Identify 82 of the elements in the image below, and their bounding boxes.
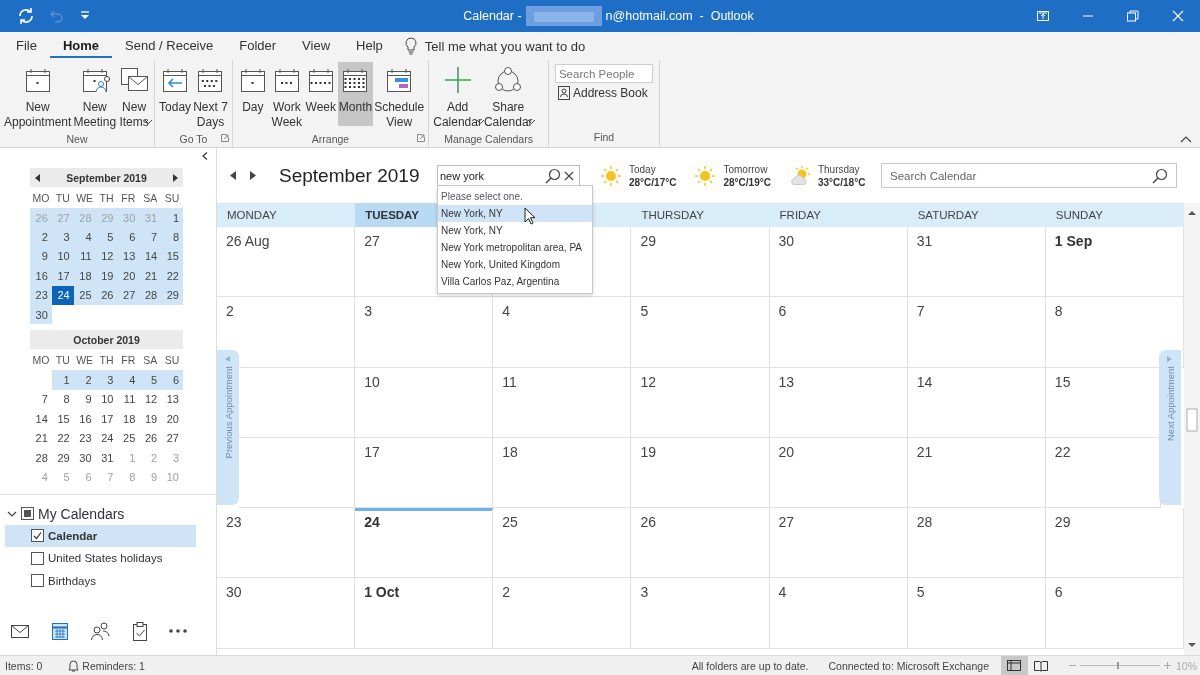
weekday-label: TU — [54, 352, 71, 368]
date-label: 13 — [778, 373, 795, 390]
forecast-temperature: 28°C/19°C — [723, 175, 771, 189]
date-label: 30 — [778, 233, 795, 249]
date-label: 5 — [640, 303, 649, 320]
group-label: Go To — [178, 133, 209, 147]
date-label: 20 — [778, 443, 795, 460]
weekday-header: THURSDAY — [640, 208, 705, 223]
date-label: 3 — [364, 303, 372, 320]
weekday-label: SA — [142, 352, 159, 368]
weekday-label: SU — [163, 352, 181, 368]
calendar-name: Calendar — [48, 529, 98, 542]
date-label: 17 — [364, 443, 380, 460]
weekday-label: MO — [31, 352, 51, 368]
weekday-label: TH — [98, 190, 115, 206]
weekday-label: SA — [142, 190, 159, 206]
month-title: September 2019 — [65, 171, 148, 184]
weekday-header: FRIDAY — [778, 208, 822, 223]
date-label: 27 — [364, 233, 380, 249]
connection-status: Connected to: Microsoft Exchange — [828, 659, 989, 672]
group-label: Manage Calendars — [444, 133, 533, 147]
weekday-header: SATURDAY — [916, 208, 980, 223]
month-title: October 2019 — [72, 333, 141, 346]
weekday-label: SU — [163, 190, 181, 206]
dropdown-prompt: Please select one. — [440, 190, 524, 204]
weekday-header: SUNDAY — [1054, 208, 1104, 223]
date-label: 2 — [502, 584, 511, 601]
weekday-label: FR — [120, 190, 137, 206]
weekday-label: WE — [75, 190, 95, 206]
weekday-label: TH — [98, 352, 115, 368]
date-label: 4 — [778, 584, 787, 601]
date-label: 1 Oct — [364, 584, 400, 601]
date-label: 8 — [1054, 303, 1063, 320]
group-label: Arrange — [310, 133, 351, 147]
date-label: 29 — [1054, 514, 1071, 531]
calendar-name: Birthdays — [48, 574, 96, 587]
date-label: 24 — [364, 514, 380, 531]
date-label: 10 — [364, 373, 380, 390]
date-label: 21 — [916, 443, 933, 460]
date-label: 18 — [502, 443, 518, 460]
forecast-temperature: 28°C/17°C — [629, 175, 677, 189]
date-label: 6 — [1054, 584, 1063, 601]
date-label: 23 — [226, 514, 242, 531]
date-label: 26 — [640, 514, 656, 531]
weekday-label: MO — [31, 190, 51, 206]
item-count: Items: 0 — [5, 659, 43, 672]
date-label: 27 — [778, 514, 795, 531]
date-label: 26 Aug — [226, 233, 270, 249]
forecast-day: Thursday — [817, 162, 866, 176]
forecast-temperature: 33°C/18°C — [817, 175, 866, 189]
date-label: 11 — [502, 373, 517, 390]
date-label: 6 — [778, 303, 787, 320]
calendar-name: United States holidays — [48, 552, 163, 565]
weekday-header: MONDAY — [226, 208, 278, 223]
date-label: 12 — [640, 373, 656, 390]
zoom-level: 10% — [1176, 659, 1197, 672]
forecast-day: Today — [629, 162, 677, 176]
weekday-label: WE — [75, 352, 95, 368]
group-label: New — [65, 133, 89, 147]
date-label: 7 — [916, 303, 925, 320]
window-title: n@hotmail.com - Outlook — [605, 9, 754, 23]
date-label: 2 — [226, 303, 234, 320]
date-label: 30 — [226, 584, 242, 601]
date-label: 28 — [916, 514, 933, 531]
date-label: 4 — [502, 303, 511, 320]
date-label: 29 — [640, 233, 656, 249]
sync-status: All folders are up to date. — [691, 659, 809, 672]
date-label: 22 — [1054, 443, 1071, 460]
date-label: 5 — [916, 584, 925, 601]
weekday-label: FR — [120, 352, 137, 368]
date-label: 19 — [640, 443, 656, 460]
date-label: 3 — [640, 584, 649, 601]
month-title: September 2019 — [279, 164, 421, 187]
date-label: 31 — [916, 233, 933, 249]
date-label: 1 Sep — [1054, 233, 1093, 249]
forecast-day: Tomorrow — [723, 162, 771, 176]
group-label: Find — [592, 131, 616, 145]
date-label: 14 — [916, 373, 933, 390]
date-label: 15 — [1054, 373, 1071, 390]
window-title: Calendar - — [463, 9, 522, 23]
weekday-label: TU — [54, 190, 71, 206]
date-label: 25 — [502, 514, 518, 531]
